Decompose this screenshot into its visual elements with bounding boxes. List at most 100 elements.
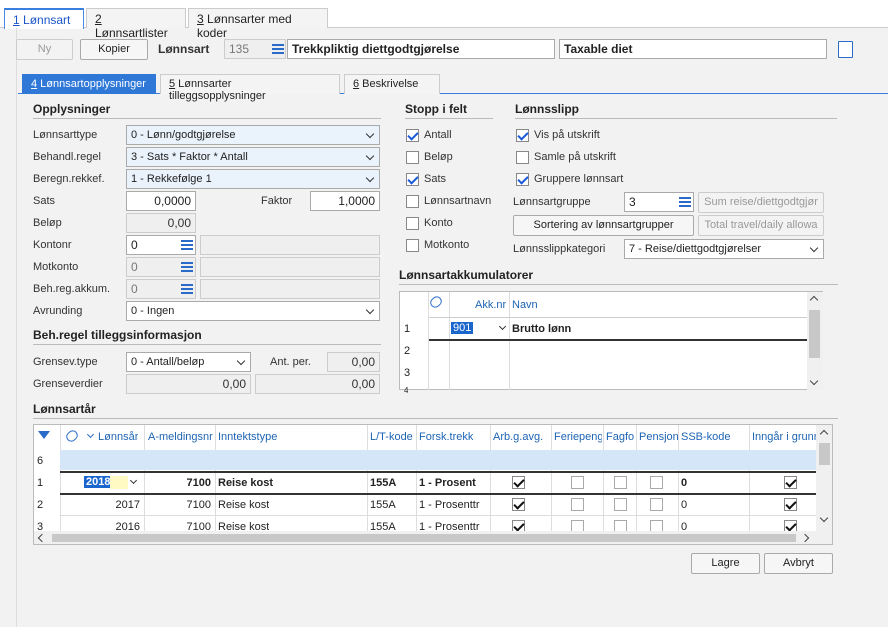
faktor-label: Faktor (261, 195, 293, 207)
sum-reise-button[interactable]: Sum reise/diettgodtgjør (698, 192, 824, 213)
scroll-thumb[interactable] (809, 310, 820, 358)
tab-lonnsartopplysninger[interactable]: 4 Lønnsartopplysninger (22, 74, 156, 94)
stopp-lonnsartnavn-checkbox[interactable] (406, 195, 419, 208)
tab-beskrivelse[interactable]: 6 Beskrivelse (344, 74, 440, 94)
inntektstype-cell[interactable]: Reise kost (218, 477, 273, 489)
feriepeng-checkbox[interactable] (571, 476, 584, 489)
a-meldingsnr-cell[interactable]: 7100 (148, 499, 211, 511)
sort-chevron-icon[interactable] (86, 430, 95, 439)
tab-lonnsarter-med-koder[interactable]: 3 Lønnsarter med koder (188, 8, 328, 40)
col-inntektstype[interactable]: Inntektstype (218, 431, 277, 443)
akk-nr-header[interactable]: Akk.nr (475, 299, 506, 311)
stopp-belop-checkbox[interactable] (406, 151, 419, 164)
faktor-field[interactable]: 1,0000 (310, 191, 380, 211)
col-arb-g-avg[interactable]: Arb.g.avg. (493, 431, 543, 443)
arb-g-avg-checkbox[interactable] (512, 476, 525, 489)
scroll-right-icon[interactable] (800, 533, 810, 543)
stopp-motkonto-checkbox[interactable] (406, 239, 419, 252)
akk-navn-cell[interactable]: Brutto lønn (512, 323, 571, 335)
lonnsar-cell[interactable]: 2017 (94, 499, 140, 511)
fagfo-checkbox[interactable] (614, 498, 627, 511)
lonnsartar-hscroll[interactable] (34, 531, 832, 544)
tab-lonnsartlister[interactable]: 2 Lønnsartlister (86, 8, 186, 40)
akkumulatorer-scrollbar[interactable] (807, 292, 823, 390)
navn-header[interactable]: Navn (512, 299, 538, 311)
beregn-rekkef-select[interactable]: 1 - Rekkefølge 1 (126, 169, 380, 189)
forsk-trekk-cell[interactable]: 1 - Prosenttr (419, 499, 488, 511)
lonnsart-english-name-field[interactable]: Taxable diet (559, 39, 827, 59)
chevron-down-icon[interactable] (498, 322, 507, 331)
ssb-kode-cell[interactable]: 0 (681, 477, 687, 489)
samle-pa-utskrift-checkbox[interactable] (516, 151, 529, 164)
inntektstype-cell[interactable]: Reise kost (218, 499, 269, 511)
akk-nr-cell[interactable]: 901 (451, 322, 474, 334)
tab-lonnsarter-tilleggsopplysninger[interactable]: 5 Lønnsarter tilleggsopplysninger (160, 74, 340, 102)
scroll-thumb[interactable] (819, 443, 830, 465)
scroll-thumb[interactable] (52, 534, 796, 542)
scroll-down-icon[interactable] (819, 513, 829, 523)
new-button[interactable]: Ny (16, 39, 73, 60)
pensjon-checkbox[interactable] (650, 498, 663, 511)
vis-pa-utskrift-label: Vis på utskrift (534, 129, 600, 141)
col-forsk-trekk[interactable]: Forsk.trekk (419, 431, 473, 443)
sats-field[interactable]: 0,0000 (126, 191, 196, 211)
forsk-trekk-cell[interactable]: 1 - Prosent (419, 477, 488, 489)
lonnsar-cell[interactable]: 2018 (84, 476, 113, 488)
left-divider (16, 28, 17, 627)
lonnsart-name-field[interactable]: Trekkpliktig diettgodtgjørelse (287, 39, 555, 59)
vis-pa-utskrift-checkbox[interactable] (516, 129, 529, 142)
scroll-down-icon[interactable] (809, 376, 819, 386)
avrunding-select[interactable]: 0 - Ingen (126, 301, 380, 321)
inngar-checkbox[interactable] (784, 476, 797, 489)
grenseverdi-1-field[interactable]: 0,00 (126, 374, 251, 394)
lonnsartar-vscroll[interactable] (816, 425, 832, 531)
total-travel-button[interactable]: Total travel/daily allowa (698, 215, 824, 236)
col-fagfo[interactable]: Fagfo (606, 431, 636, 443)
stopp-antall-checkbox[interactable] (406, 129, 419, 142)
lt-kode-cell[interactable]: 155A (370, 499, 396, 511)
lonnsarttype-select[interactable]: 0 - Lønn/godtgjørelse (126, 125, 380, 145)
scroll-up-icon[interactable] (809, 295, 819, 305)
grensev-type-select[interactable]: 0 - Antall/beløp (126, 352, 251, 372)
col-lonnsar[interactable]: Lønnsår (98, 431, 138, 443)
feriepeng-checkbox[interactable] (571, 498, 584, 511)
ssb-kode-cell[interactable]: 0 (681, 499, 687, 511)
col-inngar-i-grunn[interactable]: Inngår i grunn (752, 431, 816, 443)
stopp-konto-checkbox[interactable] (406, 217, 419, 230)
inngar-checkbox[interactable] (784, 498, 797, 511)
col-feriepeng[interactable]: Feriepeng (554, 431, 602, 443)
stopp-sats-checkbox[interactable] (406, 173, 419, 186)
col-pensjon[interactable]: Pensjon (639, 431, 679, 443)
copy-button[interactable]: Kopier (80, 39, 148, 60)
fagfo-checkbox[interactable] (614, 476, 627, 489)
a-meldingsnr-cell[interactable]: 7100 (148, 477, 211, 489)
behandl-regel-select[interactable]: 3 - Sats * Faktor * Antall (126, 147, 380, 167)
arb-g-avg-checkbox[interactable] (512, 498, 525, 511)
list-lookup-icon[interactable] (270, 41, 286, 57)
lonnsartgruppe-lookup-icon[interactable] (677, 194, 693, 210)
kontonr-lookup-icon[interactable] (179, 237, 195, 253)
note-icon[interactable] (838, 41, 853, 58)
motkonto-lookup-icon[interactable] (179, 259, 195, 275)
ant-per-field[interactable]: 0,00 (327, 352, 380, 372)
gruppere-lonnsart-checkbox[interactable] (516, 173, 529, 186)
scroll-up-icon[interactable] (819, 429, 829, 439)
grid-divider (144, 425, 145, 533)
tab-lonnsart[interactable]: 1 Lønnsart (4, 8, 84, 29)
new-row[interactable] (60, 450, 816, 470)
sortering-lonnsartgrupper-button[interactable]: Sortering av lønnsartgrupper (513, 215, 694, 236)
col-ssb-kode[interactable]: SSB-kode (681, 431, 731, 443)
chevron-down-icon[interactable] (129, 476, 138, 485)
col-a-meldingsnr[interactable]: A-meldingsnr (148, 431, 213, 443)
col-lt-kode[interactable]: L/T-kode (370, 431, 413, 443)
filter-icon[interactable] (38, 431, 50, 439)
lonnsslippkategori-select[interactable]: 7 - Reise/diettgodtgjørelser (624, 239, 824, 259)
behreg-lookup-icon[interactable] (179, 281, 195, 297)
stopp-i-felt-title: Stopp i felt (405, 102, 493, 119)
pensjon-checkbox[interactable] (650, 476, 663, 489)
scroll-left-icon[interactable] (37, 533, 47, 543)
save-button[interactable]: Lagre (691, 553, 760, 574)
cancel-button[interactable]: Avbryt (764, 553, 833, 574)
grenseverdi-2-field[interactable]: 0,00 (255, 374, 380, 394)
lt-kode-cell[interactable]: 155A (370, 477, 396, 489)
